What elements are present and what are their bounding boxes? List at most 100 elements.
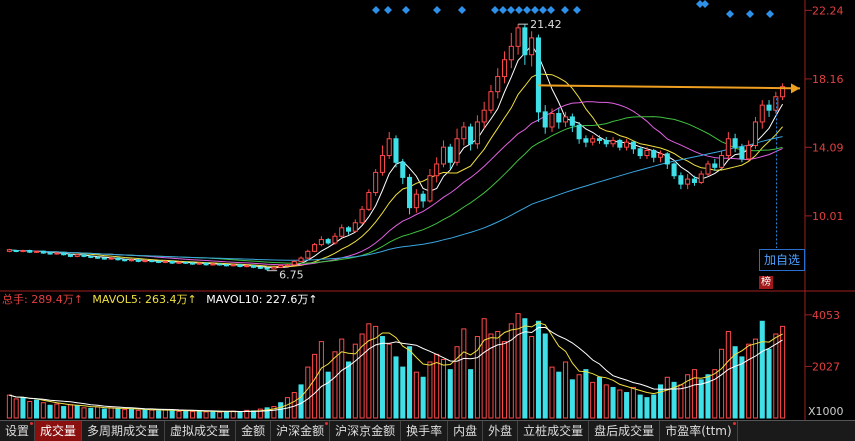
candle-body <box>698 173 704 183</box>
signal-diamond-icon <box>523 6 531 14</box>
candle-body <box>271 266 277 270</box>
tab-8[interactable]: 内盘 <box>448 421 484 441</box>
signal-diamond-icon <box>515 6 523 14</box>
volume-bar <box>563 361 569 419</box>
candle-body <box>244 265 250 268</box>
volume-bar <box>393 356 399 419</box>
volume-bar <box>135 409 141 419</box>
signal-diamond-icon <box>766 10 774 18</box>
tab-5[interactable]: 沪深金额 <box>271 421 331 441</box>
volume-bar <box>590 381 596 419</box>
volume-bar <box>74 405 80 419</box>
candle-body <box>61 252 67 256</box>
candle-body <box>712 163 718 168</box>
add-to-watchlist-button[interactable]: 加自选 <box>759 249 805 271</box>
candle-body <box>345 227 352 232</box>
volume-bar <box>40 402 46 419</box>
signal-diamond-icon <box>458 6 466 14</box>
candle-body <box>257 266 263 269</box>
candle-body <box>223 264 229 267</box>
volume-bar <box>461 328 467 419</box>
candle-body <box>386 138 392 157</box>
volume-header: 总手: 289.4万↑ MAVOL5: 263.4万↑ MAVOL10: 227… <box>2 291 324 307</box>
volume-bar <box>189 411 196 419</box>
candle-body <box>400 161 406 178</box>
candle-body <box>359 208 365 224</box>
candle-body <box>237 264 243 267</box>
volume-bar <box>732 346 738 419</box>
tab-label: 虚拟成交量 <box>170 424 231 438</box>
candle-body <box>773 96 779 111</box>
volume-bar <box>20 397 26 419</box>
candle-body <box>40 250 46 254</box>
volume-bar <box>81 407 87 419</box>
candle-body <box>196 262 202 265</box>
price-tick-label: 22.24 <box>812 4 844 17</box>
candle-body <box>657 153 664 158</box>
volume-bar <box>142 408 148 419</box>
tab-11[interactable]: 盘后成交量 <box>589 421 661 441</box>
tab-3[interactable]: 虚拟成交量 <box>165 421 237 441</box>
candle-body <box>264 267 270 270</box>
volume-bar <box>657 384 664 419</box>
volume-bar <box>522 318 528 419</box>
volume-bar <box>468 369 474 419</box>
tab-9[interactable]: 外盘 <box>483 421 519 441</box>
tab-6[interactable]: 沪深京金额 <box>330 421 402 441</box>
volume-bar <box>746 343 752 419</box>
tab-0[interactable]: 设置 <box>0 421 36 441</box>
volume-bar <box>386 343 392 419</box>
tab-12[interactable]: 市盈率(ttm) <box>660 421 738 441</box>
tab-label: 盘后成交量 <box>594 424 655 438</box>
volume-bar <box>583 369 589 419</box>
volume-bar <box>156 410 162 419</box>
tab-label: 换手率 <box>406 424 443 438</box>
candle-body <box>122 259 128 262</box>
volume-tick-label: 2027 <box>812 360 840 373</box>
candle-body <box>515 27 521 47</box>
volume-bar <box>230 410 236 419</box>
candle-body <box>671 163 677 177</box>
tab-1[interactable]: 成交量 <box>35 421 83 441</box>
candle-body <box>556 113 562 123</box>
volume-bar <box>691 369 697 419</box>
candle-body <box>332 235 338 244</box>
volume-bar <box>366 323 372 419</box>
volume-bar <box>88 407 94 419</box>
candle-body <box>725 138 731 157</box>
candle-body <box>501 59 508 78</box>
tab-7[interactable]: 换手率 <box>401 421 449 441</box>
volume-bar <box>407 346 413 419</box>
volume-bar <box>298 384 304 419</box>
candle-body <box>563 116 569 123</box>
tab-10[interactable]: 立桩成交量 <box>518 421 590 441</box>
candle-body <box>488 91 494 111</box>
resistance-arrowhead <box>791 83 800 94</box>
candle-body <box>81 254 87 257</box>
candle-body <box>420 193 426 202</box>
ma20-line <box>9 101 783 266</box>
candle-body <box>74 254 80 257</box>
candle-body <box>732 138 738 148</box>
candle-body <box>284 264 291 267</box>
volume-bar <box>196 410 202 419</box>
volume-bar <box>664 376 670 419</box>
candle-body <box>176 261 182 264</box>
volume-bar <box>773 333 779 419</box>
tab-4[interactable]: 金额 <box>236 421 272 441</box>
volume-bar <box>535 320 541 419</box>
volume-bar <box>325 371 331 419</box>
signal-diamond-icon <box>499 6 507 14</box>
signal-diamond-icon <box>384 6 392 14</box>
candle-body <box>203 262 209 266</box>
rank-tag[interactable]: 榜 <box>759 276 773 289</box>
candle-body <box>678 175 684 185</box>
tab-dot-icon <box>325 422 329 425</box>
candle-body <box>569 116 575 126</box>
tab-2[interactable]: 多周期成交量 <box>82 421 166 441</box>
candle-body <box>251 265 257 268</box>
tab-label: 内盘 <box>453 424 478 438</box>
low-price-label: 6.75 <box>279 269 304 282</box>
candle-body <box>759 104 765 123</box>
signal-diamond-icon <box>402 6 410 14</box>
